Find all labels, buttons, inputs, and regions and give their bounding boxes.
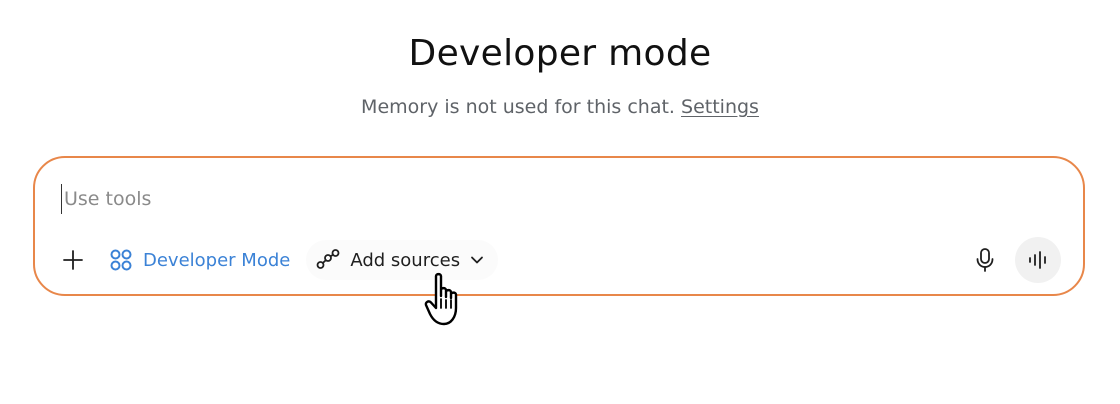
settings-link[interactable]: Settings <box>681 96 759 118</box>
sources-icon <box>316 249 340 271</box>
developer-mode-icon <box>109 248 133 272</box>
add-sources-label: Add sources <box>350 249 461 271</box>
dictation-button[interactable] <box>965 240 1005 280</box>
voice-mode-button[interactable] <box>1015 237 1061 283</box>
composer-toolbar: Developer Mode Add sources <box>55 238 499 282</box>
add-attachment-button[interactable] <box>55 242 91 278</box>
memory-notice-text: Memory is not used for this chat. <box>361 96 675 118</box>
prompt-composer: Developer Mode Add sources <box>33 156 1085 296</box>
voice-waveform-icon <box>1027 250 1049 270</box>
developer-mode-button[interactable]: Developer Mode <box>109 240 290 280</box>
chevron-down-icon <box>470 255 484 265</box>
developer-mode-label: Developer Mode <box>143 249 291 271</box>
composer-right-tools <box>965 236 1061 284</box>
microphone-icon <box>975 247 995 273</box>
plus-icon <box>62 249 84 271</box>
memory-notice: Memory is not used for this chat. Settin… <box>0 94 1120 120</box>
header: Developer mode Memory is not used for th… <box>0 28 1120 120</box>
prompt-input[interactable] <box>61 184 964 214</box>
page-title: Developer mode <box>408 33 712 74</box>
add-sources-button[interactable]: Add sources <box>306 240 499 280</box>
